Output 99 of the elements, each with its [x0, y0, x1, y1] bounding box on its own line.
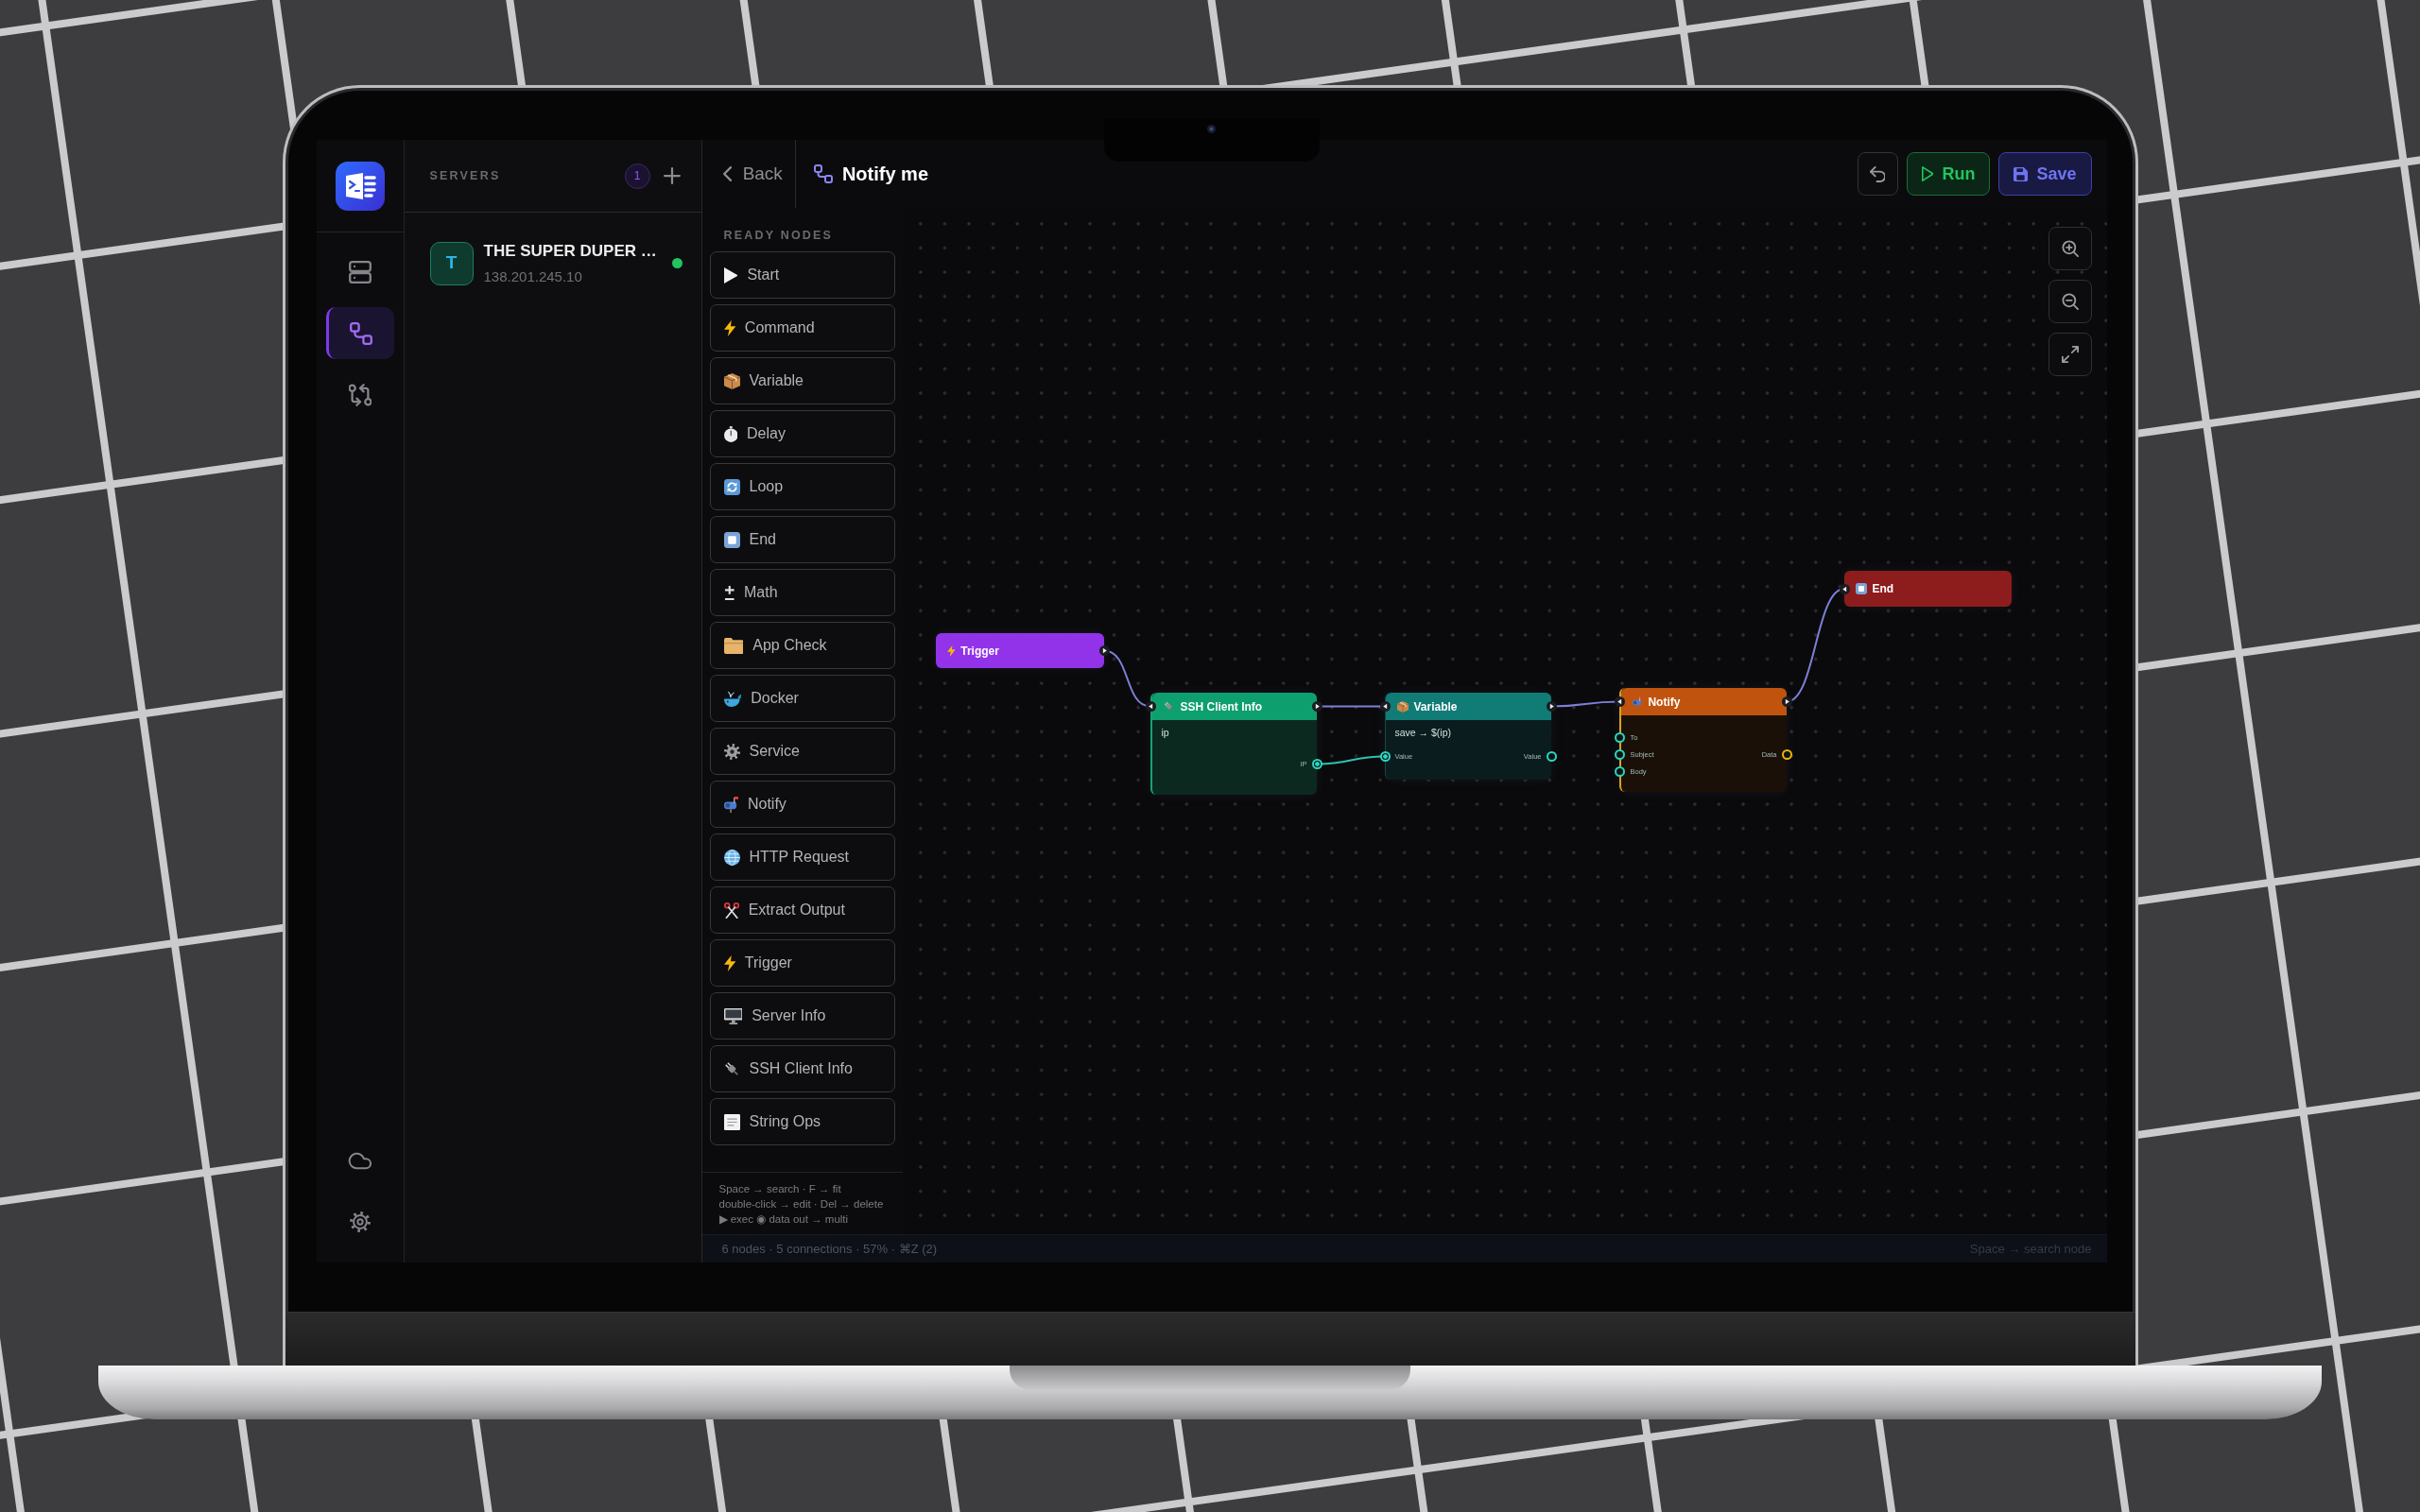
workflow-icon — [350, 321, 372, 345]
play-icon — [723, 266, 738, 284]
lightning-icon — [723, 319, 735, 336]
shortcut-hint: double-click → edit · Del → delete — [718, 1197, 885, 1211]
server-stack-icon — [348, 260, 372, 284]
compare-arrows-icon — [348, 383, 372, 406]
exec-port-icon[interactable] — [1839, 584, 1850, 594]
stop-square-icon — [1855, 583, 1867, 594]
package-icon — [1396, 700, 1409, 713]
port-icon[interactable] — [1311, 759, 1322, 769]
node-palette-item[interactable]: Start — [709, 251, 895, 299]
status-summary: 6 nodes · 5 connections · 57% · ⌘Z (2) — [721, 1240, 938, 1258]
cloud-icon — [347, 1151, 372, 1170]
node-palette-item[interactable]: Docker — [709, 675, 895, 722]
chevron-left-icon — [722, 166, 732, 181]
stopwatch-icon — [723, 425, 738, 442]
zoom-in-icon — [2061, 240, 2079, 257]
node-palette-item[interactable]: Delay — [709, 410, 895, 457]
node-palette-item[interactable]: String Ops — [709, 1098, 895, 1145]
zoom-out-icon — [2061, 293, 2079, 310]
plug-icon — [1163, 700, 1175, 713]
exec-port-icon[interactable] — [1379, 701, 1391, 712]
port-icon[interactable] — [1614, 766, 1625, 777]
settings-icon — [349, 1211, 371, 1232]
node-palette-item[interactable]: End — [709, 516, 895, 563]
node-palette-item[interactable]: Service — [709, 728, 895, 775]
node-palette-item[interactable]: Variable — [709, 357, 895, 404]
node-palette-item[interactable]: Trigger — [709, 939, 895, 987]
mailbox-icon — [1632, 696, 1643, 708]
fit-view-button[interactable] — [2048, 333, 2092, 376]
node-title: Notify — [1648, 694, 1681, 711]
port-icon[interactable] — [1379, 751, 1391, 762]
node-palette-item[interactable]: App Check — [709, 622, 895, 669]
undo-icon — [1870, 165, 1886, 182]
exec-port-icon[interactable] — [1311, 701, 1322, 712]
node-title: Trigger — [960, 643, 999, 660]
exec-port-icon[interactable] — [1781, 696, 1792, 707]
scissors-icon — [723, 902, 739, 919]
node-title: End — [1872, 581, 1894, 597]
zoom-out-button[interactable] — [2048, 280, 2092, 323]
lightning-icon — [723, 954, 735, 971]
workflow-node[interactable]: Trigger — [935, 633, 1104, 668]
expand-arrows-icon — [2061, 346, 2079, 363]
globe-icon — [723, 849, 740, 866]
stop-square-icon — [723, 531, 740, 548]
server-avatar: T — [429, 241, 474, 285]
node-palette-item[interactable]: Notify — [709, 781, 895, 828]
undo-button[interactable] — [1857, 152, 1898, 196]
node-palette-item[interactable]: Command — [709, 304, 895, 352]
plus-minus-icon — [723, 584, 735, 601]
whale-icon — [723, 690, 742, 707]
section-title: READY NODES — [723, 229, 835, 242]
server-ip: 138.201.245.10 — [483, 266, 583, 286]
node-palette-item[interactable]: HTTP Request — [709, 833, 895, 881]
node-body-text: save → $(ip) — [1394, 727, 1453, 739]
memo-icon — [723, 1113, 740, 1130]
app-logo-icon[interactable] — [335, 162, 385, 211]
node-palette-item[interactable]: SSH Client Info — [709, 1045, 895, 1092]
back-button[interactable]: Back — [701, 140, 796, 208]
save-icon — [2014, 166, 2029, 181]
section-title: SERVERS — [429, 169, 501, 182]
node-palette-item[interactable]: Extract Output — [709, 886, 895, 934]
plug-icon — [723, 1060, 740, 1077]
play-icon — [1921, 166, 1934, 181]
server-name[interactable]: THE SUPER DUPER … — [483, 239, 657, 264]
workflows-nav-button[interactable] — [325, 307, 394, 359]
node-palette-item[interactable]: Loop — [709, 463, 895, 510]
mailbox-icon — [723, 796, 738, 813]
workflow-title: Notify me — [841, 163, 928, 186]
port-icon[interactable] — [1546, 751, 1557, 762]
port-icon[interactable] — [1614, 732, 1625, 743]
run-button[interactable]: Run — [1906, 152, 1991, 196]
monitor-icon — [723, 1007, 743, 1024]
exec-port-icon[interactable] — [1546, 701, 1557, 712]
zoom-in-button[interactable] — [2048, 227, 2092, 270]
camera-icon — [1207, 125, 1216, 133]
loop-arrows-icon — [723, 478, 740, 495]
shortcut-hint: Space → search · F → fit — [718, 1182, 842, 1196]
node-palette-item[interactable]: Server Info — [709, 992, 895, 1040]
port-icon[interactable] — [1614, 749, 1625, 760]
workflow-node[interactable]: End — [1843, 571, 2012, 607]
exec-port-icon[interactable] — [1614, 696, 1625, 707]
node-palette-item[interactable]: Math — [709, 569, 895, 616]
node-title: Variable — [1413, 698, 1458, 715]
exec-port-icon[interactable] — [1098, 645, 1110, 656]
lightning-icon — [946, 644, 956, 657]
node-body-text: ip — [1161, 727, 1170, 739]
gear-icon — [723, 743, 740, 760]
workflow-icon — [813, 164, 833, 183]
save-button[interactable]: Save — [1998, 152, 2092, 196]
plus-icon — [663, 167, 681, 184]
folder-icon — [723, 637, 744, 654]
package-icon — [723, 372, 740, 389]
exec-port-icon[interactable] — [1145, 701, 1156, 712]
node-title: SSH Client Info — [1180, 698, 1263, 715]
count-badge: 1 — [624, 163, 650, 189]
port-icon[interactable] — [1781, 749, 1792, 760]
shortcut-hint: ▶ exec ◉ data out → multi — [718, 1212, 850, 1227]
add-server-button[interactable] — [663, 167, 681, 184]
